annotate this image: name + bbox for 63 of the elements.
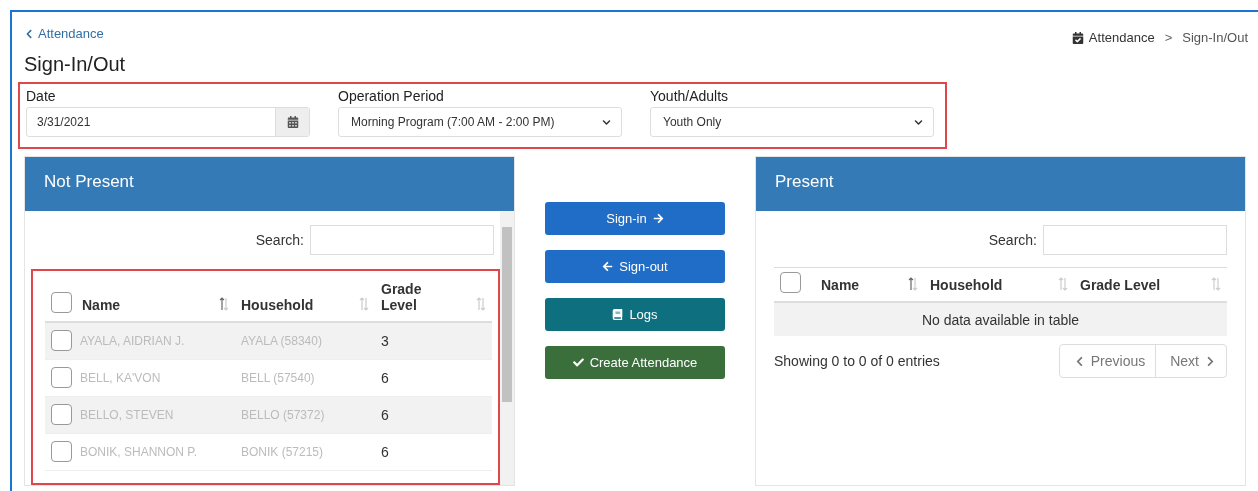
student-name: BONIK, SHANNON P.	[80, 444, 198, 459]
column-header[interactable]: Grade Level	[381, 281, 431, 313]
sort-icon	[1058, 277, 1068, 291]
student-name: BELL, KA'VON	[80, 370, 161, 385]
search-label: Search:	[255, 232, 304, 248]
row-checkbox[interactable]	[51, 441, 72, 462]
column-header[interactable]: Name	[82, 297, 121, 313]
create-button[interactable]: Create Attendance	[545, 346, 725, 379]
column-header[interactable]: Household	[930, 277, 1003, 293]
sort-icon	[476, 297, 486, 311]
chevron-down-icon	[602, 117, 611, 127]
youth-adults-select[interactable]: Youth Only	[650, 107, 934, 137]
next-button[interactable]: Next	[1155, 345, 1226, 377]
field-label: Operation Period	[338, 88, 445, 104]
row-checkbox[interactable]	[51, 367, 72, 388]
household-cell: BELL (57540)	[235, 359, 375, 396]
sort-icon	[219, 297, 229, 311]
page-title: Sign-In/Out	[24, 53, 127, 76]
calendar-check-icon	[1071, 31, 1084, 44]
back-link[interactable]: Attendance	[24, 26, 104, 41]
field-label: Youth/Adults	[650, 88, 730, 104]
search-field[interactable]	[310, 225, 494, 255]
sort-icon	[359, 297, 369, 311]
grade-cell: 6	[375, 433, 492, 470]
arrow-right-icon	[652, 213, 664, 224]
chevron-left-icon	[24, 28, 34, 39]
search-field[interactable]	[1043, 225, 1227, 255]
field-label: Date	[26, 88, 57, 104]
panel-title: Not Present	[25, 157, 514, 211]
check-icon	[572, 357, 584, 368]
previous-button[interactable]: Previous	[1059, 345, 1156, 377]
breadcrumb-link[interactable]: Attendance	[1071, 30, 1155, 45]
entries-info: Showing 0 to 0 of 0 entries	[774, 353, 940, 369]
logs-button[interactable]: Logs	[545, 298, 725, 331]
empty-message: No data available in table	[774, 302, 1227, 336]
grade-cell: 3	[375, 322, 492, 359]
sign-in-button[interactable]: Sign-in	[545, 202, 725, 235]
row-checkbox[interactable]	[51, 330, 72, 352]
breadcrumb-current: Sign-In/Out	[1182, 30, 1248, 45]
select-all-checkbox[interactable]	[51, 292, 72, 313]
column-header[interactable]: Grade Level	[1080, 277, 1161, 293]
book-icon	[612, 309, 624, 320]
column-header[interactable]: Name	[821, 277, 860, 293]
sort-icon	[908, 277, 918, 291]
panel-title: Present	[756, 157, 1245, 211]
period-select[interactable]: Morning Program (7:00 AM - 2:00 PM)	[338, 107, 622, 137]
date-field[interactable]: 3/31/2021	[26, 107, 310, 137]
column-header[interactable]: Household	[241, 297, 314, 313]
chevron-right-icon	[1205, 355, 1216, 367]
sort-icon	[1211, 277, 1221, 291]
row-checkbox[interactable]	[51, 404, 72, 425]
select-all-checkbox[interactable]	[780, 272, 801, 293]
scrollbar[interactable]	[500, 211, 514, 485]
scrollbar-thumb[interactable]	[502, 227, 512, 402]
chevron-down-icon	[914, 117, 923, 127]
calendar-icon[interactable]	[275, 108, 309, 136]
grade-cell: 6	[375, 359, 492, 396]
grade-cell: 6	[375, 396, 492, 433]
breadcrumb-separator: >	[1164, 30, 1173, 45]
search-label: Search:	[988, 232, 1037, 248]
household-cell: BONIK (57215)	[235, 433, 375, 470]
arrow-left-icon	[602, 261, 614, 272]
sign-out-button[interactable]: Sign-out	[545, 250, 725, 283]
